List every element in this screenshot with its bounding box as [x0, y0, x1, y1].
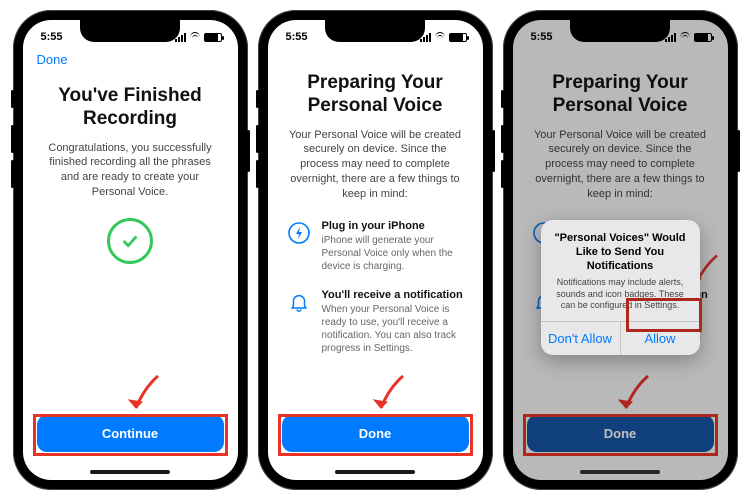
bell-icon: [286, 289, 312, 315]
page-title: Preparing Your Personal Voice: [286, 72, 465, 118]
page-subtitle: Your Personal Voice will be created secu…: [286, 128, 465, 202]
screen-3: 5:55 Preparing Your Personal Voice Your …: [513, 20, 728, 480]
wifi-icon: [434, 33, 446, 42]
annotation-arrow: [363, 370, 413, 420]
battery-icon: [694, 33, 712, 42]
alert-allow-button[interactable]: Allow: [621, 322, 700, 355]
battery-icon: [204, 33, 222, 42]
home-indicator[interactable]: [90, 470, 170, 474]
alert-title: "Personal Voices" Would Like to Send You…: [553, 232, 688, 273]
info-heading: You'll receive a notification: [322, 289, 465, 301]
screen-1: 5:55 Done You've Finished Recording Cong…: [23, 20, 238, 480]
alert-message: Notifications may include alerts, sounds…: [553, 277, 688, 311]
phone-frame-1: 5:55 Done You've Finished Recording Cong…: [13, 10, 248, 490]
notch: [325, 20, 425, 42]
info-text: When your Personal Voice is ready to use…: [322, 303, 465, 355]
status-time: 5:55: [531, 31, 553, 43]
done-button[interactable]: Done: [527, 415, 714, 452]
home-indicator[interactable]: [335, 470, 415, 474]
page-subtitle: Congratulations, you successfully finish…: [41, 141, 220, 200]
info-item-notification: You'll receive a notification When your …: [286, 289, 465, 355]
status-time: 5:55: [41, 31, 63, 43]
phone-frame-3: 5:55 Preparing Your Personal Voice Your …: [503, 10, 738, 490]
alert-dont-allow-button[interactable]: Don't Allow: [541, 322, 621, 355]
wifi-icon: [679, 33, 691, 42]
annotation-arrow: [118, 370, 168, 420]
screen-2: 5:55 Preparing Your Personal Voice Your …: [268, 20, 483, 480]
battery-icon: [449, 33, 467, 42]
notification-permission-alert: "Personal Voices" Would Like to Send You…: [541, 220, 700, 355]
page-title: Preparing Your Personal Voice: [531, 72, 710, 118]
notch: [80, 20, 180, 42]
page-subtitle: Your Personal Voice will be created secu…: [531, 128, 710, 202]
annotation-arrow: [608, 370, 658, 420]
checkmark-icon: [107, 218, 153, 264]
info-text: iPhone will generate your Personal Voice…: [322, 234, 465, 273]
page-title: You've Finished Recording: [41, 85, 220, 131]
home-indicator[interactable]: [580, 470, 660, 474]
done-button[interactable]: Done: [282, 415, 469, 452]
info-item-plug-in: Plug in your iPhone iPhone will generate…: [286, 220, 465, 273]
nav-done-link[interactable]: Done: [23, 48, 238, 71]
info-heading: Plug in your iPhone: [322, 220, 465, 232]
notch: [570, 20, 670, 42]
wifi-icon: [189, 33, 201, 42]
continue-button[interactable]: Continue: [37, 415, 224, 452]
phone-frame-2: 5:55 Preparing Your Personal Voice Your …: [258, 10, 493, 490]
status-time: 5:55: [286, 31, 308, 43]
bolt-circle-icon: [286, 220, 312, 246]
